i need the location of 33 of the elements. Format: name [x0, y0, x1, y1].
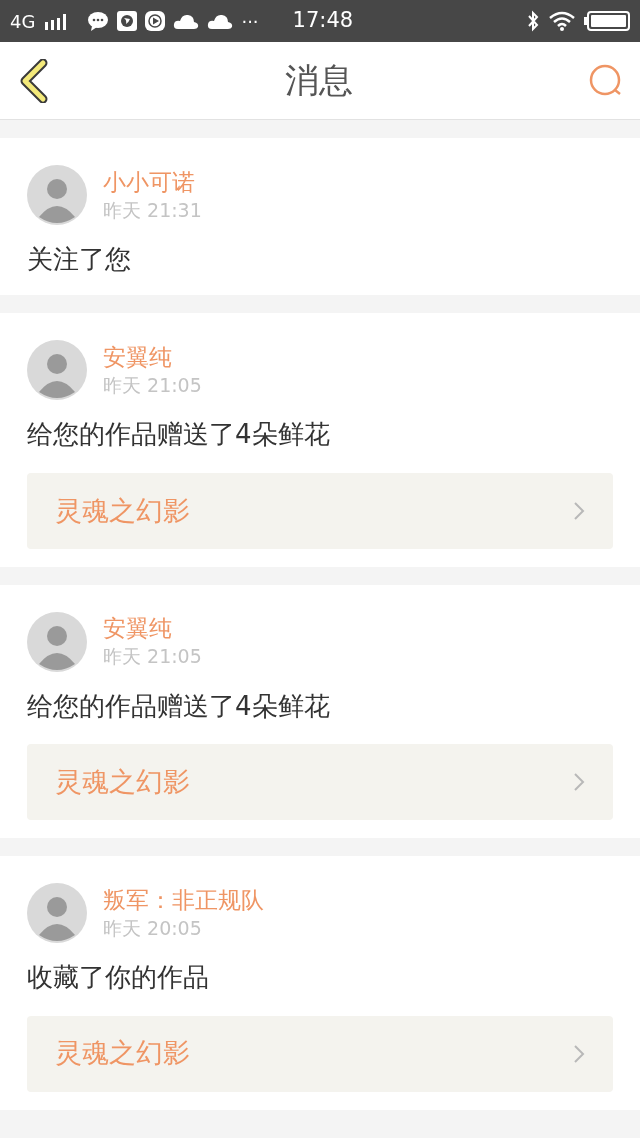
network-label: 4G — [10, 9, 36, 34]
work-link[interactable]: 灵魂之幻影 — [27, 472, 613, 549]
avatar-icon — [27, 340, 87, 401]
cloud-icon — [173, 12, 200, 30]
overflow-dots: ··· — [241, 9, 259, 34]
wifi-icon — [548, 10, 576, 32]
bluetooth-icon — [526, 10, 540, 32]
chevron-right-icon — [573, 1043, 585, 1064]
page-title: 消息 — [285, 59, 353, 102]
user-name[interactable]: 安翼纯 — [103, 614, 202, 645]
cloud-icon — [207, 12, 234, 30]
work-link[interactable]: 灵魂之幻影 — [27, 744, 613, 821]
message-time: 昨天 21:05 — [103, 644, 202, 670]
user-name[interactable]: 叛军：非正规队 — [103, 885, 264, 916]
battery-icon — [584, 11, 630, 31]
user-name[interactable]: 安翼纯 — [103, 343, 202, 373]
status-time: 17:48 — [292, 7, 354, 35]
message-time: 昨天 21:05 — [103, 373, 202, 398]
chat-bubble-icon — [87, 11, 110, 31]
message-time: 昨天 20:05 — [103, 915, 203, 941]
avatar-icon — [27, 611, 87, 672]
chevron-right-icon — [573, 500, 585, 521]
work-link[interactable]: 灵魂之幻影 — [27, 1015, 613, 1092]
message-time: 昨天 21:31 — [103, 197, 202, 223]
message-text: 收藏了你的作品 — [27, 961, 210, 995]
avatar-icon — [27, 883, 87, 944]
chevron-right-icon — [573, 772, 585, 793]
play-icon — [145, 11, 166, 31]
message-text: 关注了您 — [27, 243, 132, 276]
message-text: 给您的作品赠送了4朵鲜花 — [27, 689, 331, 723]
avatar-icon — [27, 165, 87, 225]
user-name[interactable]: 小小可诺 — [103, 167, 202, 198]
message-text: 给您的作品赠送了4朵鲜花 — [27, 418, 331, 452]
